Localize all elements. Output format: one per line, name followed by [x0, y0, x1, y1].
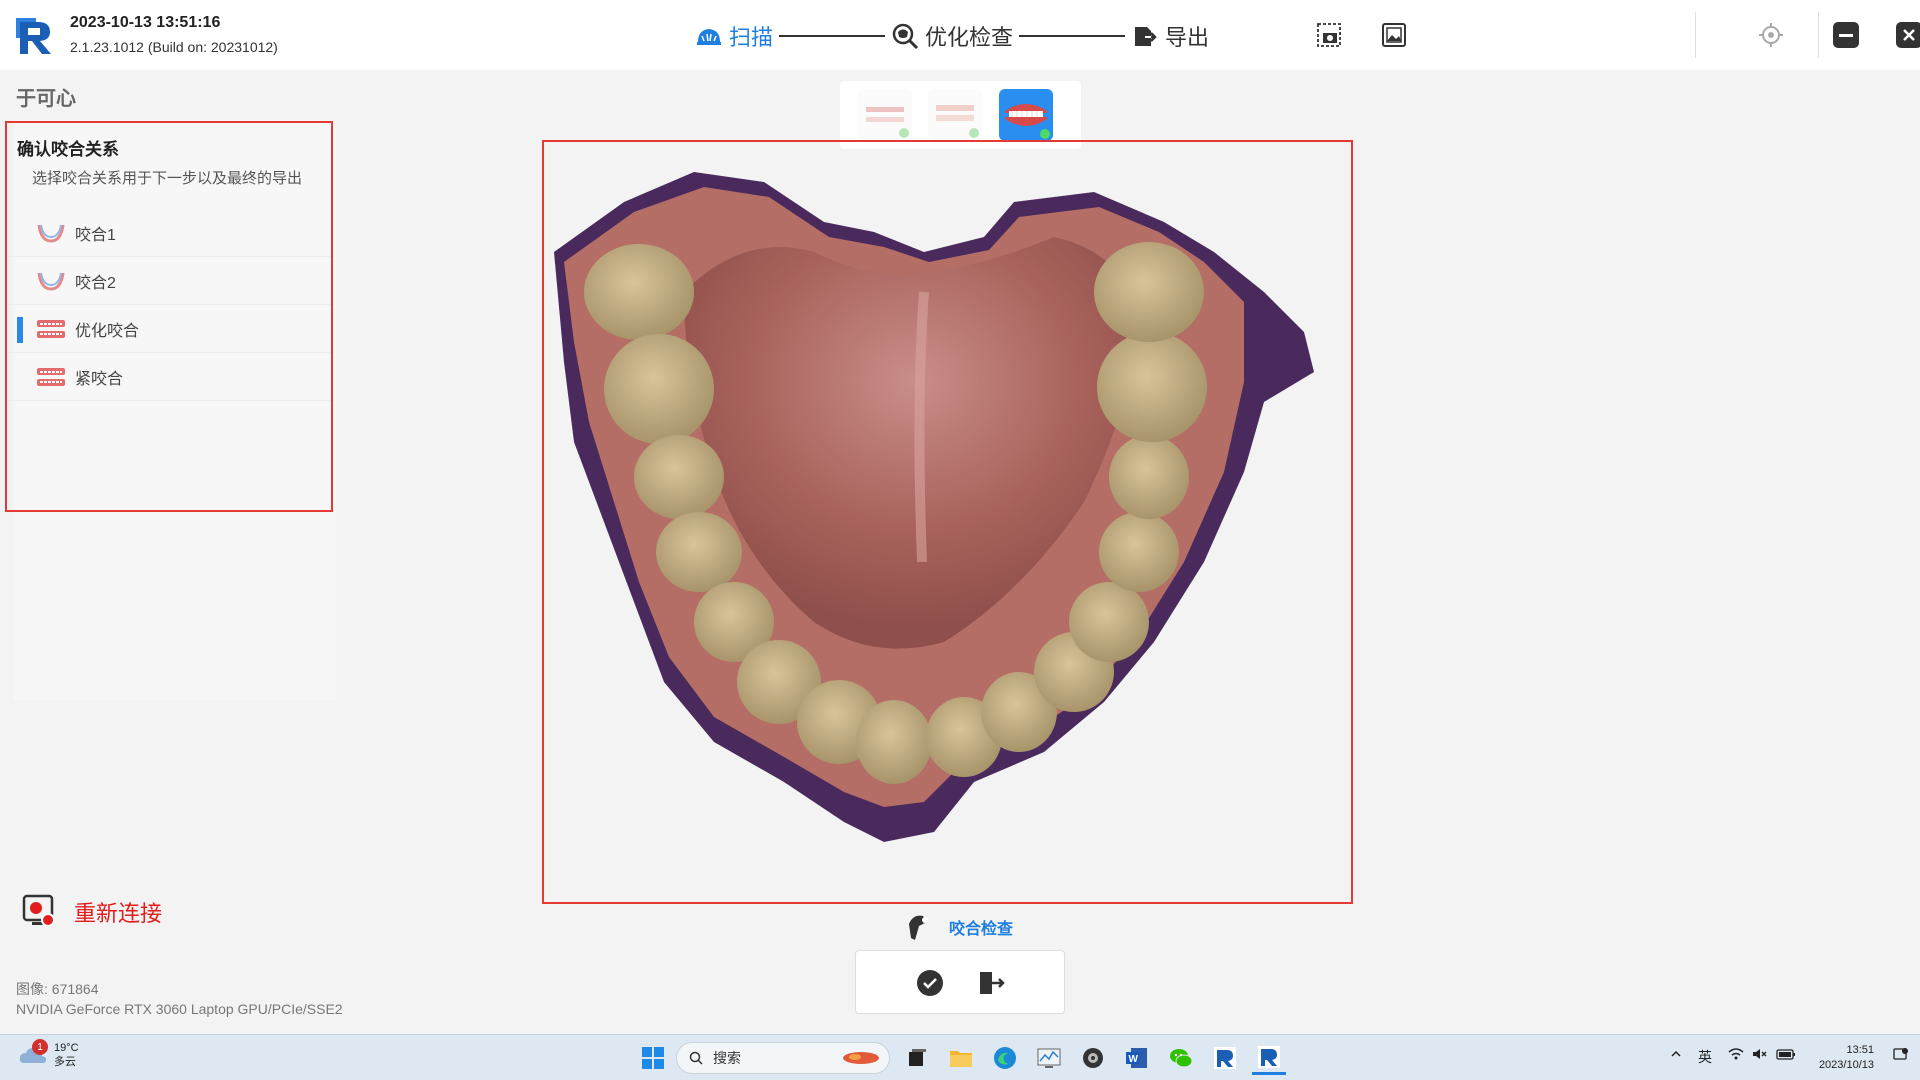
bite-option-label: 优化咬合: [75, 322, 140, 340]
battery-icon[interactable]: [1776, 1047, 1796, 1064]
ime-indicator[interactable]: 英: [1698, 1047, 1712, 1067]
inspect-teeth-icon: [891, 22, 919, 50]
scan-3d-viewport[interactable]: [542, 140, 1353, 904]
teeth-bite-icon: [37, 319, 65, 338]
reconnect-button[interactable]: 重新连接: [22, 894, 162, 930]
bite-option-label: 咬合1: [75, 226, 116, 244]
search-highlight-icon: [843, 1052, 879, 1064]
reconnect-scanner-icon: [22, 894, 55, 927]
clock-date: 2023/10/13: [1818, 1059, 1874, 1071]
bite-thumbnail-strip: [840, 81, 1081, 149]
bite-option-label: 紧咬合: [75, 370, 124, 388]
step-inspect[interactable]: 优化检查: [891, 20, 1013, 52]
screenshot-icon[interactable]: [1314, 20, 1344, 50]
image-count: 图像: 671864: [16, 981, 99, 997]
bite-option-list: 咬合1 咬合2 优化咬合 紧咬合: [7, 209, 331, 401]
app-logo: [16, 18, 51, 54]
scanner-app-active-icon[interactable]: [1252, 1041, 1286, 1075]
bite-arch-icon: [37, 272, 65, 291]
export-icon: [1131, 22, 1159, 50]
taskbar-search[interactable]: 搜索: [676, 1042, 890, 1074]
bite-check-label: 咬合检查: [949, 921, 1014, 938]
gpu-info: NVIDIA GeForce RTX 3060 Laptop GPU/PCIe/…: [16, 1001, 343, 1017]
system-info: 图像: 671864 NVIDIA GeForce RTX 3060 Lapto…: [16, 979, 343, 1019]
weather-description: 多云: [54, 1056, 76, 1068]
app-version: 2.1.23.1012 (Build on: 20231012): [70, 39, 278, 55]
step-connector: [1019, 35, 1126, 37]
bite-option-optimized[interactable]: 优化咬合: [7, 305, 331, 353]
bite-panel-description: 选择咬合关系用于下一步以及最终的导出: [32, 170, 303, 187]
wifi-icon[interactable]: [1728, 1047, 1744, 1064]
bite-panel-title: 确认咬合关系: [17, 140, 119, 159]
step-scan[interactable]: 扫描: [695, 20, 773, 52]
search-label: 搜索: [713, 1050, 741, 1066]
close-icon[interactable]: [1894, 20, 1920, 50]
step-scan-label: 扫描: [729, 25, 774, 50]
app-datetime: 2023-10-13 13:51:16: [70, 14, 221, 31]
bite-check-button[interactable]: 咬合检查: [905, 912, 1013, 942]
bite-check-icon: [909, 915, 928, 940]
upper-jaw-scan-model: [554, 172, 1314, 842]
bite-thumbnail-1[interactable]: [858, 89, 912, 141]
confirm-check-icon[interactable]: [915, 968, 945, 998]
step-export[interactable]: 导出: [1131, 20, 1209, 52]
bite-option-label: 咬合2: [75, 274, 116, 292]
teeth-bite-icon: [37, 367, 65, 386]
wechat-icon[interactable]: [1164, 1041, 1198, 1075]
screen-recorder-icon[interactable]: [1076, 1041, 1110, 1075]
step-export-label: 导出: [1165, 25, 1210, 50]
bite-thumbnail-2[interactable]: [928, 89, 982, 141]
patient-name: 于可心: [16, 88, 76, 110]
bite-arch-icon: [37, 224, 65, 243]
edge-browser-icon[interactable]: [988, 1041, 1022, 1075]
windows-start-icon[interactable]: [636, 1041, 670, 1075]
performance-monitor-icon[interactable]: [1032, 1041, 1066, 1075]
weather-temperature: 19°C: [54, 1042, 79, 1054]
title-bar: 2023-10-13 13:51:16 2.1.23.1012 (Build o…: [0, 0, 1920, 70]
weather-widget[interactable]: 1 19°C 多云: [18, 1039, 79, 1069]
step-connector: [779, 35, 886, 37]
tray-overflow-icon[interactable]: [1670, 1047, 1682, 1063]
toolbar-divider: [1818, 12, 1819, 58]
scanner-app-icon[interactable]: [1208, 1041, 1242, 1075]
file-explorer-icon[interactable]: [944, 1041, 978, 1075]
bite-thumbnail-optimized[interactable]: [999, 89, 1053, 141]
word-icon[interactable]: W: [1120, 1041, 1154, 1075]
workflow-steps: 扫描 优化检查 导出: [695, 18, 1209, 54]
bite-option-tight[interactable]: 紧咬合: [7, 353, 331, 401]
toolbar-divider: [1695, 12, 1696, 58]
weather-badge: 1: [32, 1039, 48, 1055]
step-inspect-label: 优化检查: [925, 25, 1014, 50]
volume-muted-icon[interactable]: [1752, 1047, 1768, 1064]
exit-icon[interactable]: [976, 968, 1006, 998]
svg-text:W: W: [1129, 1054, 1139, 1065]
bite-option-1[interactable]: 咬合1: [7, 209, 331, 257]
reconnect-label: 重新连接: [74, 901, 163, 926]
notification-icon[interactable]: [1892, 1047, 1908, 1066]
windows-taskbar: 1 19°C 多云 搜索 W 英 13:51 2023/10/13: [0, 1034, 1920, 1080]
scan-teeth-icon: [695, 22, 723, 50]
image-gallery-icon[interactable]: [1379, 20, 1409, 50]
locate-target-icon[interactable]: [1756, 20, 1786, 50]
minimize-icon[interactable]: [1831, 20, 1861, 50]
search-icon: [689, 1051, 703, 1065]
bite-relation-panel: 确认咬合关系 选择咬合关系用于下一步以及最终的导出 咬合1 咬合2 优化咬合 紧…: [5, 121, 333, 512]
action-bar: [855, 950, 1065, 1014]
clock-time: 13:51: [1846, 1044, 1874, 1056]
task-view-icon[interactable]: [900, 1041, 934, 1075]
bite-option-2[interactable]: 咬合2: [7, 257, 331, 305]
taskbar-clock[interactable]: 13:51 2023/10/13: [1819, 1043, 1874, 1073]
